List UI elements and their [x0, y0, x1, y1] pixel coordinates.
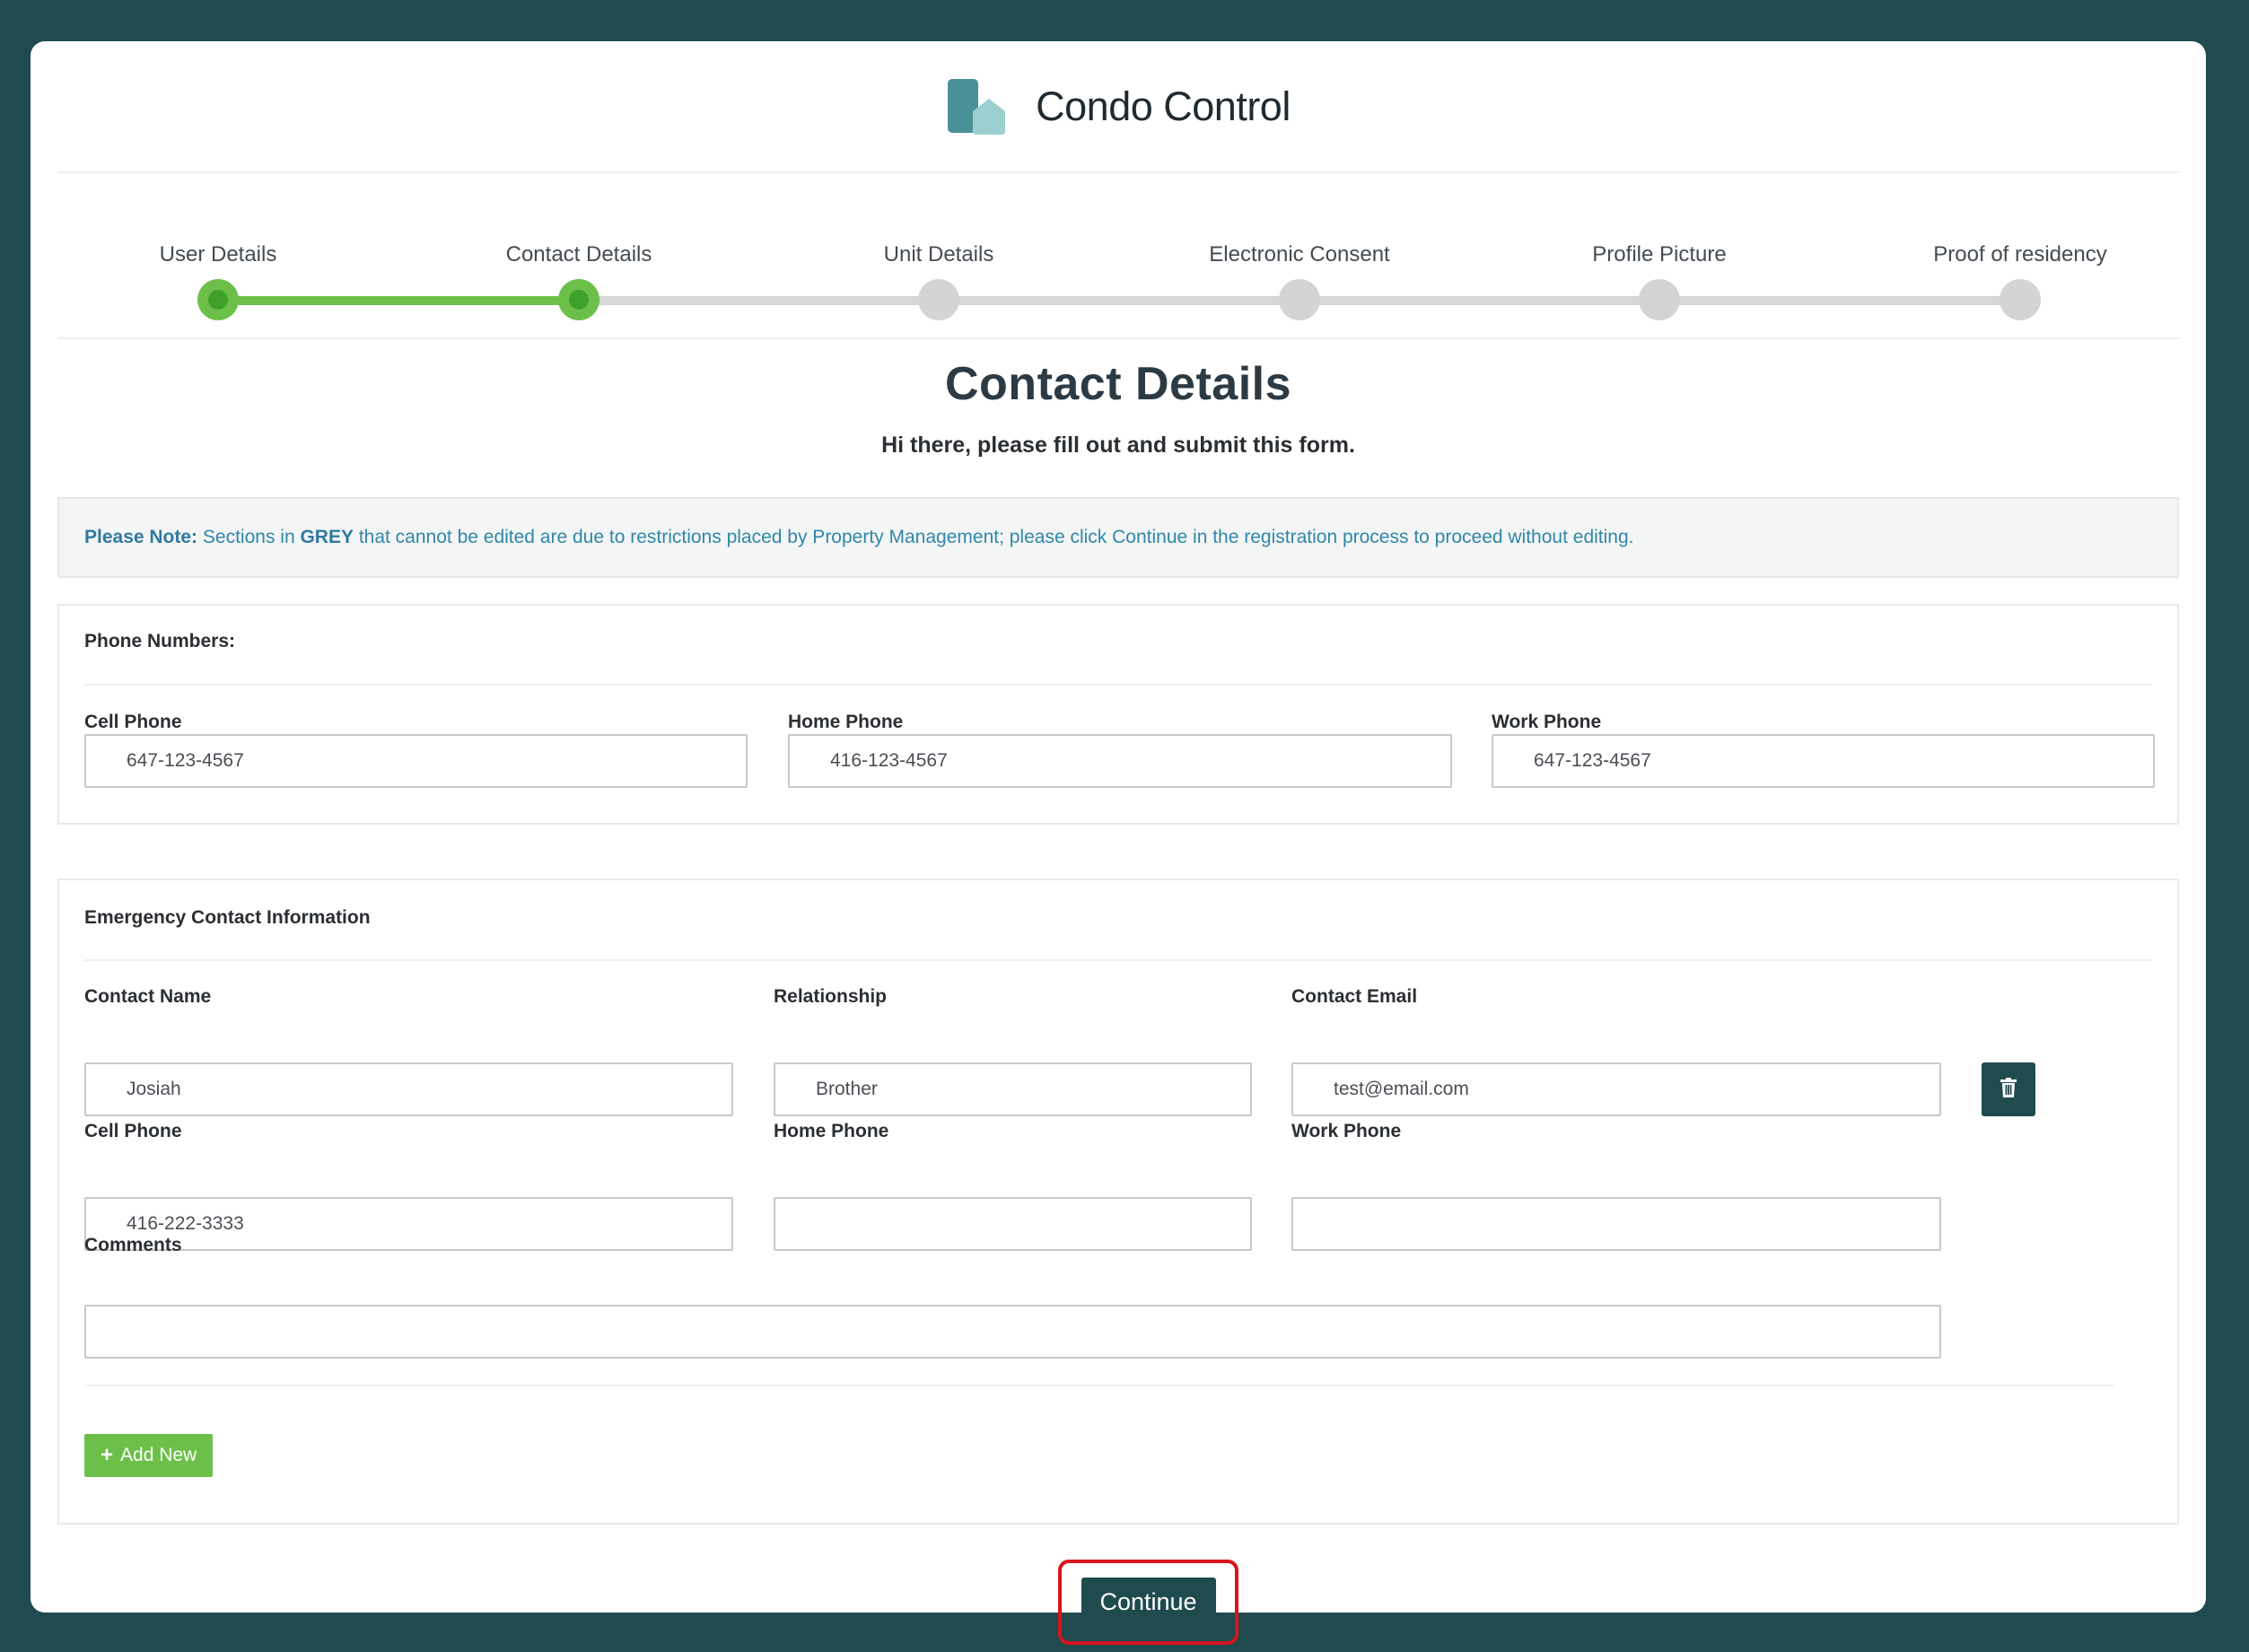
- step-dot-unit-details[interactable]: [918, 279, 959, 320]
- step-label-proof-of-residency: Proof of residency: [1933, 242, 2107, 267]
- brand-name: Condo Control: [1036, 83, 1291, 129]
- contact-email-input[interactable]: [1291, 1062, 1941, 1116]
- continue-button[interactable]: Continue: [1081, 1578, 1216, 1627]
- home-phone-input[interactable]: [788, 734, 1452, 788]
- emergency-home-phone-label: Home Phone: [774, 1121, 889, 1141]
- step-label-user-details: User Details: [159, 242, 277, 267]
- page-subtitle: Hi there, please fill out and submit thi…: [881, 433, 1355, 458]
- step-label-unit-details: Unit Details: [883, 242, 994, 267]
- condo-control-logo-icon: [946, 79, 1009, 135]
- stepper-divider: [57, 337, 2179, 339]
- step-dot-proof-of-residency[interactable]: [2000, 279, 2041, 320]
- step-label-contact-details: Contact Details: [505, 242, 652, 267]
- restriction-note: Please Note: Sections in GREY that canno…: [57, 497, 2179, 578]
- add-new-button[interactable]: + Add New: [84, 1434, 214, 1477]
- phone-numbers-title: Phone Numbers:: [84, 631, 236, 651]
- emergency-cell-phone-label: Cell Phone: [84, 1121, 182, 1141]
- work-phone-input[interactable]: [1492, 734, 2155, 788]
- registration-card: Condo Control User Details Contact Detai…: [31, 41, 2206, 1645]
- relationship-input[interactable]: [774, 1062, 1252, 1116]
- step-label-electronic-consent: Electronic Consent: [1209, 242, 1390, 267]
- registration-stepper: User Details Contact Details Unit Detail…: [31, 194, 2206, 328]
- brand-header: Condo Control: [31, 79, 2206, 135]
- emergency-contact-divider: [84, 959, 2152, 961]
- cell-phone-input[interactable]: [84, 734, 748, 788]
- header-divider: [57, 171, 2179, 173]
- emergency-work-phone-label: Work Phone: [1291, 1121, 1402, 1141]
- note-text-1: Sections in: [197, 527, 301, 547]
- step-dot-contact-details[interactable]: [558, 279, 599, 320]
- step-dot-user-details[interactable]: [197, 279, 239, 320]
- cell-phone-label: Cell Phone: [84, 712, 182, 732]
- step-dot-profile-picture[interactable]: [1639, 279, 1680, 320]
- continue-highlight: Continue: [1058, 1560, 1238, 1645]
- note-text-2: that cannot be edited are due to restric…: [353, 527, 1634, 547]
- stepper-progress: [218, 296, 579, 305]
- contact-name-input[interactable]: [84, 1062, 733, 1116]
- note-grey: GREY: [300, 527, 354, 547]
- page-title: Contact Details: [944, 358, 1292, 410]
- phone-numbers-panel: Phone Numbers: Cell Phone Home Phone Wor…: [57, 604, 2179, 825]
- plus-icon: +: [101, 1443, 114, 1467]
- add-new-label: Add New: [120, 1445, 197, 1465]
- comments-input[interactable]: [84, 1305, 1941, 1359]
- trash-icon: [2000, 1077, 2017, 1102]
- delete-contact-button[interactable]: [1982, 1062, 2035, 1116]
- step-dot-electronic-consent[interactable]: [1279, 279, 1320, 320]
- relationship-label: Relationship: [774, 986, 888, 1007]
- contact-email-label: Contact Email: [1291, 986, 1418, 1007]
- emergency-work-phone-input[interactable]: [1291, 1197, 1941, 1251]
- add-new-divider: [84, 1385, 2114, 1386]
- work-phone-label: Work Phone: [1492, 712, 1602, 732]
- emergency-home-phone-input[interactable]: [774, 1197, 1252, 1251]
- comments-label: Comments: [84, 1235, 182, 1255]
- contact-name-label: Contact Name: [84, 986, 212, 1007]
- note-prefix: Please Note:: [84, 527, 198, 547]
- phone-numbers-divider: [84, 684, 2152, 686]
- home-phone-label: Home Phone: [788, 712, 904, 732]
- emergency-contact-title: Emergency Contact Information: [84, 907, 371, 928]
- emergency-contact-panel: Emergency Contact Information Contact Na…: [57, 878, 2179, 1525]
- step-label-profile-picture: Profile Picture: [1592, 242, 1727, 267]
